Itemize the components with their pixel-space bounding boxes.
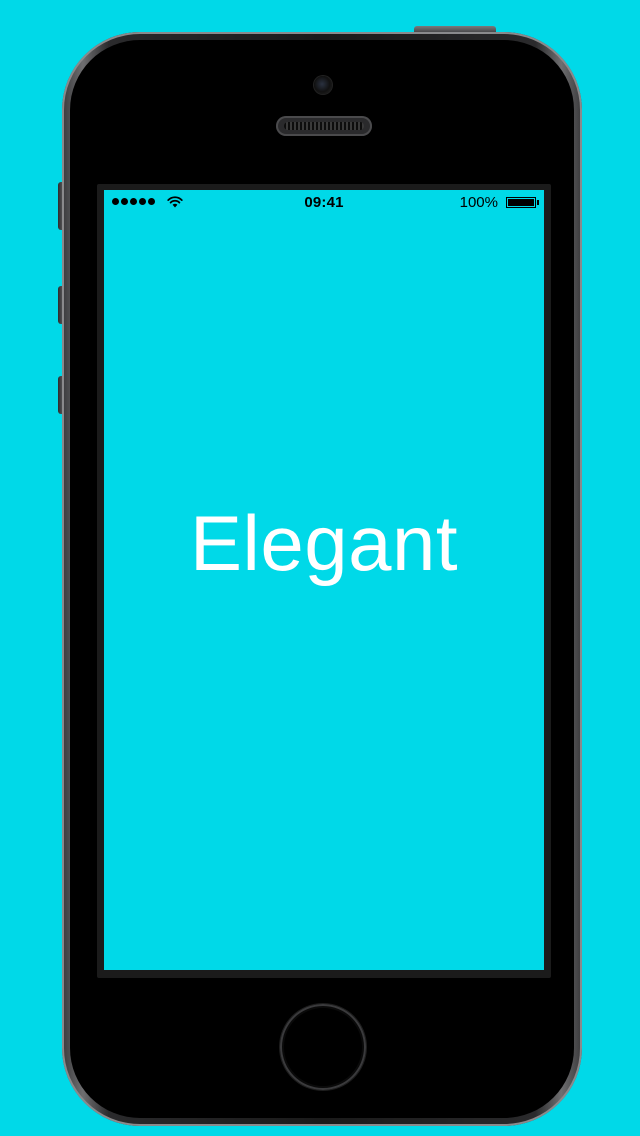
home-button-icon[interactable]: [280, 1004, 366, 1090]
app-screen[interactable]: 09:41 100% Elegant: [104, 190, 544, 970]
status-bar: 09:41 100%: [104, 190, 544, 216]
battery-percent: 100%: [459, 194, 498, 211]
app-stage: 09:41 100% Elegant: [0, 0, 640, 1136]
battery-icon: [506, 197, 536, 208]
headline-text: Elegant: [189, 499, 459, 587]
battery-fill: [508, 199, 534, 206]
speaker-grill: [284, 122, 364, 130]
battery-tip: [537, 200, 539, 205]
front-camera-icon: [314, 76, 332, 94]
earpiece-speaker-icon: [276, 116, 372, 136]
